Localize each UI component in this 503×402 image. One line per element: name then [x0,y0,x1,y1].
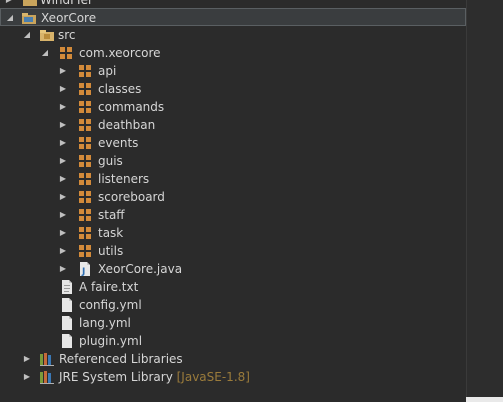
tree-item-src[interactable]: ◢ src [0,26,466,44]
jre-version-decoration: [JavaSE-1.8] [176,370,250,384]
tree-item-label: XeorCore [41,11,97,25]
tree-item-label: src [58,28,76,42]
tree-item-package-api[interactable]: ▶ api [0,62,466,80]
package-icon [79,119,91,131]
package-icon [60,47,72,59]
tree-item-label: deathban [98,118,156,132]
svg-text:J: J [81,267,85,277]
package-icon [79,101,91,113]
expand-arrow-icon[interactable]: ▶ [58,209,68,221]
tree-item-label: WindFIer [40,0,93,7]
tree-item-package-classes[interactable]: ▶ classes [0,80,466,98]
library-icon [40,353,54,366]
expand-arrow-icon[interactable]: ▶ [4,0,14,6]
tree-item-project[interactable]: ◢ XeorCore [0,8,466,26]
tree-item-label: task [98,226,124,240]
tree-item-file-plugin[interactable]: plugin.yml [0,332,466,350]
tree-item-package-deathban[interactable]: ▶ deathban [0,116,466,134]
tree-item-label: A faire.txt [79,280,139,294]
collapse-arrow-icon[interactable]: ◢ [22,29,32,41]
collapse-arrow-icon[interactable]: ◢ [5,12,15,24]
expand-arrow-icon[interactable]: ▶ [58,83,68,95]
collapse-arrow-icon[interactable]: ◢ [40,47,50,59]
package-icon [79,155,91,167]
tree-item-label: staff [98,208,125,222]
tree-item-label: config.yml [79,298,142,312]
expand-arrow-icon[interactable]: ▶ [58,245,68,257]
expand-arrow-icon[interactable]: ▶ [58,173,68,185]
expand-arrow-icon[interactable]: ▶ [58,191,68,203]
file-icon [62,316,72,330]
tree-item-file-lang[interactable]: lang.yml [0,314,466,332]
expand-arrow-icon[interactable]: ▶ [58,137,68,149]
source-folder-icon [40,30,54,41]
tree-item-label: plugin.yml [79,334,143,348]
expand-arrow-icon[interactable]: ▶ [22,353,32,365]
tree-item-root-package[interactable]: ◢ com.xeorcore [0,44,466,62]
scrollbar-track[interactable] [466,0,503,402]
expand-arrow-icon[interactable]: ▶ [58,263,68,275]
project-folder-icon [22,13,36,24]
tree-item-label: XeorCore.java [98,262,183,276]
tree-item-label: listeners [98,172,150,186]
tree-item-package-staff[interactable]: ▶ staff [0,206,466,224]
tree-item-package-listeners[interactable]: ▶ listeners [0,170,466,188]
tree-item-label: classes [98,82,142,96]
tree-item-label: utils [98,244,124,258]
tree-item-java-file[interactable]: ▶ J XeorCore.java [0,260,466,278]
file-icon [62,334,72,348]
scrollbar-corner [466,397,503,402]
tree-item-package-commands[interactable]: ▶ commands [0,98,466,116]
tree-item-label: guis [98,154,123,168]
tree-item-referenced-libraries[interactable]: ▶ Referenced Libraries [0,350,466,368]
jre-label: JRE System Library [59,370,173,384]
expand-arrow-icon[interactable]: ▶ [58,155,68,167]
tree-item-package-events[interactable]: ▶ events [0,134,466,152]
library-icon [40,371,54,384]
expand-arrow-icon[interactable]: ▶ [58,101,68,113]
tree-item-label: lang.yml [79,316,131,330]
text-file-icon [62,280,72,294]
java-file-icon: J [80,262,90,277]
tree-item-label: scoreboard [98,190,165,204]
expand-arrow-icon[interactable]: ▶ [58,119,68,131]
tree-item-label: Referenced Libraries [59,352,183,366]
tree-item-label: api [98,64,117,78]
package-icon [79,209,91,221]
file-icon [62,298,72,312]
tree-item-label: JRE System Library [JavaSE-1.8] [59,369,250,385]
expand-arrow-icon[interactable]: ▶ [58,65,68,77]
tree-item-package-scoreboard[interactable]: ▶ scoreboard [0,188,466,206]
package-icon [79,245,91,257]
package-icon [79,227,91,239]
tree-item-label: events [98,136,139,150]
tree-item-jre-system-library[interactable]: ▶ JRE System Library [JavaSE-1.8] [0,368,466,386]
package-icon [79,191,91,203]
tree-item-package-utils[interactable]: ▶ utils [0,242,466,260]
project-icon [23,0,37,6]
vertical-scrollbar[interactable] [466,0,503,402]
tree-item-label: commands [98,100,165,114]
expand-arrow-icon[interactable]: ▶ [58,227,68,239]
tree-item-label: com.xeorcore [79,46,161,60]
package-icon [79,137,91,149]
expand-arrow-icon[interactable]: ▶ [22,371,32,383]
package-icon [79,65,91,77]
tree-item-file-config[interactable]: config.yml [0,296,466,314]
package-icon [79,83,91,95]
tree-item-package-guis[interactable]: ▶ guis [0,152,466,170]
tree-item-file-a-faire[interactable]: A faire.txt [0,278,466,296]
tree-item-package-task[interactable]: ▶ task [0,224,466,242]
package-icon [79,173,91,185]
